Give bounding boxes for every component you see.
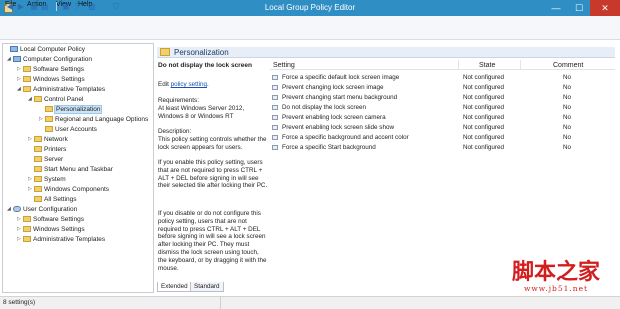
maximize-button[interactable]: ☐	[568, 0, 590, 16]
export-list-icon[interactable]: ▣	[61, 2, 71, 11]
view-tabs: Extended Standard	[157, 282, 277, 292]
column-divider[interactable]	[520, 60, 521, 69]
tab-standard[interactable]: Standard	[190, 282, 224, 292]
watermark-logo: 脚本之家 www.jb51.net	[511, 259, 600, 293]
tree-item-windows-components[interactable]: ▷ Windows Components	[28, 185, 109, 194]
tree-item-regional-language[interactable]: ▷ Regional and Language Options	[39, 115, 148, 124]
tree-item-windows-settings[interactable]: ▷ Windows Settings	[17, 75, 85, 84]
folder-icon	[34, 156, 42, 162]
close-button[interactable]: ✕	[590, 0, 620, 16]
column-header-state[interactable]: State	[479, 62, 495, 69]
tree-item-user-software-settings[interactable]: ▷ Software Settings	[17, 215, 84, 224]
disabled-explanation: If you disable or do not configure this …	[158, 210, 267, 272]
tab-extended[interactable]: Extended	[157, 282, 192, 292]
folder-icon	[34, 96, 42, 102]
help-icon[interactable]: ?	[72, 2, 82, 11]
folder-icon	[23, 226, 31, 232]
properties-icon[interactable]: ▤	[40, 2, 50, 11]
folder-icon	[45, 126, 53, 132]
column-header-setting[interactable]: Setting	[273, 62, 295, 69]
back-arrow-icon[interactable]: ◀	[5, 2, 15, 11]
toolbar	[0, 27, 620, 40]
status-bar	[0, 296, 620, 309]
folder-icon	[34, 166, 42, 172]
policy-setting-icon	[272, 105, 278, 110]
table-row[interactable]: Force a specific default lock screen ima…	[270, 73, 615, 82]
tree-item-printers[interactable]: Printers	[34, 145, 66, 154]
policy-setting-icon	[272, 115, 278, 120]
folder-icon	[23, 236, 31, 242]
policy-setting-icon	[272, 95, 278, 100]
tree-item-user-administrative-templates[interactable]: ▷ Administrative Templates	[17, 235, 105, 244]
column-divider[interactable]	[458, 60, 459, 69]
folder-icon	[34, 136, 42, 142]
show-hide-tree-icon[interactable]: ▦	[29, 2, 39, 11]
tree-item-personalization[interactable]: Personalization	[39, 105, 103, 114]
tree-item-user-accounts[interactable]: User Accounts	[45, 125, 97, 134]
folder-icon	[23, 216, 31, 222]
tree-item-all-settings[interactable]: All Settings	[34, 195, 77, 204]
table-row[interactable]: Prevent enabling lock screen camera Not c…	[270, 113, 615, 122]
table-row[interactable]: Force a specific Start background Not con…	[270, 143, 615, 152]
table-row[interactable]: Prevent enabling lock screen slide show N…	[270, 123, 615, 132]
folder-icon	[34, 196, 42, 202]
user-icon	[13, 206, 21, 212]
edit-policy-link[interactable]: policy setting	[171, 81, 207, 88]
tree-item-network[interactable]: ▷ Network	[28, 135, 68, 144]
column-header-comment[interactable]: Comment	[553, 62, 583, 69]
table-row[interactable]: Do not display the lock screen Not config…	[270, 103, 615, 112]
table-row[interactable]: Force a specific background and accent c…	[270, 133, 615, 142]
tree-item-local-computer-policy[interactable]: Local Computer Policy	[4, 45, 85, 54]
status-divider	[220, 296, 221, 309]
tree-item-server[interactable]: Server	[34, 155, 63, 164]
policy-setting-icon	[272, 85, 278, 90]
table-row[interactable]: Prevent changing lock screen image Not co…	[270, 83, 615, 92]
edit-policy-line: Edit policy setting.	[158, 81, 209, 88]
tree-item-control-panel[interactable]: ◢ Control Panel	[28, 95, 83, 104]
folder-icon	[34, 146, 42, 152]
folder-icon	[45, 116, 53, 122]
category-title: Personalization	[174, 48, 229, 57]
folder-icon	[23, 86, 31, 92]
folder-icon	[23, 76, 31, 82]
policy-setting-icon	[272, 125, 278, 130]
description-text: Description: This policy setting control…	[158, 128, 267, 151]
tree-item-user-windows-settings[interactable]: ▷ Windows Settings	[17, 225, 85, 234]
computer-icon	[10, 46, 18, 52]
tree-item-administrative-templates[interactable]: ◢ Administrative Templates	[17, 85, 105, 94]
view-icon[interactable]: ▥	[87, 2, 97, 11]
folder-icon	[160, 48, 170, 56]
table-row[interactable]: Prevent changing start menu background No…	[270, 93, 615, 102]
menu-bar	[0, 16, 620, 27]
folder-icon	[34, 176, 42, 182]
policy-title: Do not display the lock screen	[158, 62, 252, 69]
folder-icon	[34, 186, 42, 192]
policy-setting-icon	[272, 145, 278, 150]
computer-icon	[13, 56, 21, 62]
requirements-text: Requirements: At least Windows Server 20…	[158, 97, 245, 120]
filter-icon[interactable]: ⛉	[111, 2, 121, 11]
tree-item-system[interactable]: ▷ System	[28, 175, 66, 184]
policy-setting-icon	[272, 75, 278, 80]
forward-arrow-icon[interactable]: ▶	[16, 2, 26, 11]
tree-item-computer-configuration[interactable]: ◢ Computer Configuration	[7, 55, 92, 64]
policy-setting-icon	[272, 135, 278, 140]
minimize-button[interactable]: —	[544, 0, 568, 16]
enabled-explanation: If you enable this policy setting, users…	[158, 159, 268, 190]
tree-item-software-settings[interactable]: ▷ Software Settings	[17, 65, 84, 74]
toolbar-separator	[56, 2, 57, 11]
tree-item-start-menu-taskbar[interactable]: Start Menu and Taskbar	[34, 165, 113, 174]
tree-item-user-configuration[interactable]: ◢ User Configuration	[7, 205, 77, 214]
folder-icon	[23, 66, 31, 72]
folder-open-icon	[45, 106, 53, 112]
status-count: 8 setting(s)	[3, 299, 36, 306]
